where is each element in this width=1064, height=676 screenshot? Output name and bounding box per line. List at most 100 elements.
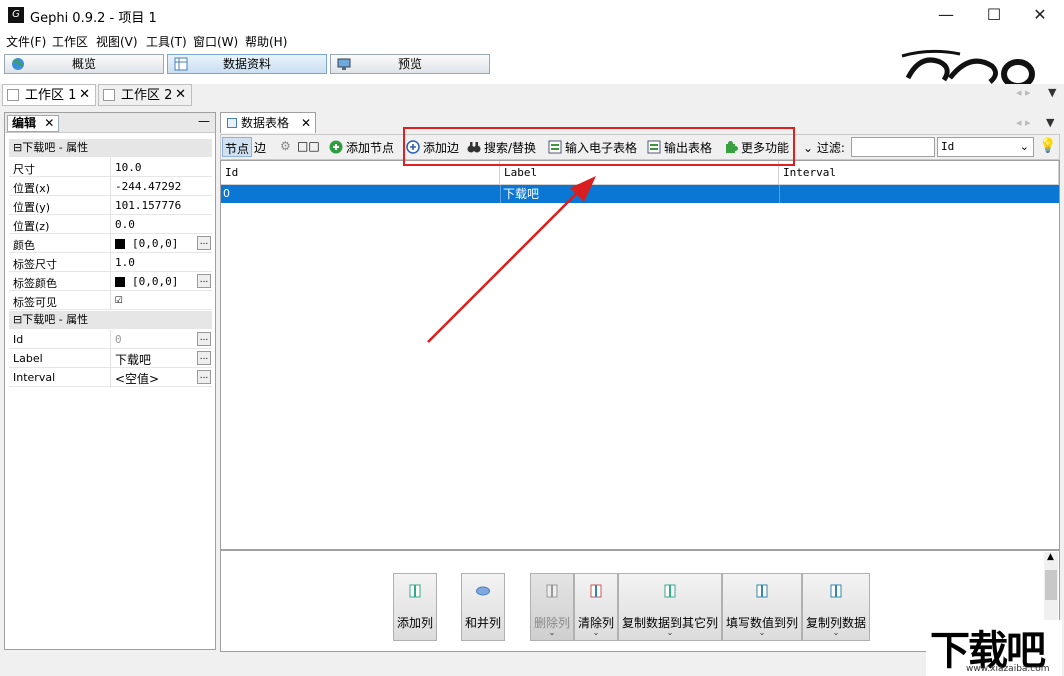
edges-toggle[interactable]: 边 (254, 139, 266, 156)
data-table-tab-label: 数据表格 (241, 116, 290, 130)
tab-scroll-arrows-icon[interactable]: ◂ ▸ (1016, 116, 1031, 129)
property-row[interactable]: 位置(y) 101.157776 (9, 196, 212, 215)
workspace-tab-1[interactable]: 工作区 1 ✕ (2, 84, 96, 106)
edit-panel: 编辑 ✕ — ⊟下载吧 - 属性 尺寸 10.0 位置(x) -244.47292 … (4, 112, 216, 650)
nodes-toggle[interactable]: 节点 (222, 137, 253, 157)
edit-tab-label: 编辑 (12, 116, 37, 130)
property-row[interactable]: 位置(z) 0.0 (9, 215, 212, 234)
chevron-down-icon: ⌄ (1019, 140, 1029, 153)
table-row[interactable]: 0 下载吧 (221, 185, 1059, 203)
property-row[interactable]: Id 0... (9, 330, 212, 349)
gephi-logo-icon: G (8, 7, 24, 23)
column-header-interval[interactable]: Interval (779, 161, 1059, 185)
property-row[interactable]: Interval <空值>... (9, 368, 212, 387)
filter-menu-button[interactable]: ⌄ 过滤: (803, 139, 845, 156)
edit-label-button[interactable]: ... (197, 351, 211, 365)
edit-interval-button[interactable]: ... (197, 370, 211, 384)
property-row[interactable]: 标签颜色 [0,0,0]... (9, 272, 212, 291)
chevron-down-icon: ⌄ (832, 628, 840, 637)
scrollbar-thumb[interactable] (1045, 570, 1057, 600)
annotation-arrow (427, 176, 596, 343)
add-node-button[interactable]: 添加节点 (329, 139, 394, 156)
filter-input[interactable] (851, 137, 935, 157)
table-icon (174, 57, 188, 71)
close-button[interactable]: ✕ (1017, 0, 1063, 30)
property-row[interactable]: 标签可见 ☑ (9, 291, 212, 310)
label-visible-checkbox[interactable]: ☑ (115, 292, 123, 307)
filter-column-select[interactable]: Id ⌄ (937, 137, 1034, 157)
filter-column-value: Id (941, 140, 955, 153)
merge-columns-button[interactable]: 和并列 (461, 573, 505, 641)
color-swatch (115, 239, 125, 249)
column-clear-icon (590, 584, 602, 598)
menu-workspace[interactable]: 工作区 (52, 33, 88, 50)
menu-tools[interactable]: 工具(T) (146, 33, 187, 50)
lightbulb-icon[interactable]: 💡 (1039, 138, 1056, 154)
attributes-section-header[interactable]: ⊟下载吧 - 属性 (9, 311, 212, 329)
minimize-panel-button[interactable]: — (198, 114, 210, 128)
chevron-down-icon: ⌄ (666, 628, 674, 637)
property-row[interactable]: 标签尺寸 1.0 (9, 253, 212, 272)
column-add-icon (409, 584, 421, 598)
tab-list-dropdown-icon[interactable]: ▼ (1048, 86, 1056, 99)
minimize-button[interactable]: — (923, 0, 969, 30)
menu-help[interactable]: 帮助(H) (245, 33, 287, 50)
duplicate-column-button[interactable]: 复制列数据 ⌄ (802, 573, 870, 641)
property-row[interactable]: Label 下载吧... (9, 349, 212, 368)
add-column-button[interactable]: 添加列 (393, 573, 437, 641)
workspace-tab-2[interactable]: 工作区 2 ✕ (98, 84, 192, 106)
close-icon[interactable]: ✕ (175, 85, 186, 105)
workspace-tab-bar: 工作区 1 ✕ 工作区 2 ✕ ◂ ▸ ▼ (0, 84, 1064, 106)
workspace-tab-label: 工作区 2 (121, 88, 173, 103)
close-icon[interactable]: ✕ (301, 113, 311, 133)
watermark: 下载吧 www.xiazaiba.com (926, 620, 1062, 676)
property-row[interactable]: 位置(x) -244.47292 (9, 177, 212, 196)
table-cell[interactable]: 0 (221, 185, 230, 203)
menu-view[interactable]: 视图(V) (96, 33, 138, 50)
data-table-tab[interactable]: 数据表格 ✕ (220, 112, 316, 133)
window-title: Gephi 0.9.2 - 项目 1 (30, 11, 157, 26)
color-swatch (115, 277, 125, 287)
monitor-icon (337, 58, 351, 70)
close-icon[interactable]: ✕ (79, 85, 90, 105)
menu-file[interactable]: 文件(F) (6, 33, 46, 50)
menu-window[interactable]: 窗口(W) (193, 33, 238, 50)
plus-circle-icon (329, 140, 343, 154)
mode-preview-button[interactable]: 预览 (330, 54, 490, 74)
columns-toggle-icon[interactable]: □□ (297, 139, 320, 153)
column-fill-icon (756, 584, 768, 598)
gephi-brand-logo (901, 49, 1035, 84)
scroll-up-icon[interactable]: ▲ (1047, 552, 1054, 562)
edit-panel-header: 编辑 ✕ — (5, 113, 215, 133)
workspace-tab-label: 工作区 1 (25, 88, 77, 103)
chevron-down-icon: ⌄ (758, 628, 766, 637)
add-node-label: 添加节点 (346, 141, 395, 155)
maximize-button[interactable]: ☐ (971, 0, 1017, 30)
settings-icon[interactable]: ⚙ (280, 139, 291, 153)
mode-overview-label: 概览 (71, 57, 96, 71)
property-row[interactable]: 尺寸 10.0 (9, 158, 212, 177)
mode-data-button[interactable]: 数据资料 (167, 54, 327, 74)
copy-data-to-column-button[interactable]: 复制数据到其它列 ⌄ (618, 573, 722, 641)
properties-section-header[interactable]: ⊟下载吧 - 属性 (9, 139, 212, 157)
highlight-box (403, 127, 795, 166)
clear-column-button[interactable]: 清除列 ⌄ (574, 573, 618, 641)
watermark-url: www.xiazaiba.com (966, 664, 1050, 674)
column-duplicate-icon (830, 584, 842, 598)
edit-tab[interactable]: 编辑 ✕ (7, 115, 60, 132)
close-icon[interactable]: ✕ (44, 116, 54, 130)
delete-column-button[interactable]: 删除列 ⌄ (530, 573, 574, 641)
mode-overview-button[interactable]: 概览 (4, 54, 164, 74)
edit-color-button[interactable]: ... (197, 236, 211, 250)
workspace-icon (103, 89, 115, 101)
fill-column-button[interactable]: 填写数值到列 ⌄ (722, 573, 802, 641)
property-row[interactable]: 颜色 [0,0,0]... (9, 234, 212, 253)
edit-id-button[interactable]: ... (197, 332, 211, 346)
table-cell[interactable] (779, 185, 782, 203)
data-table[interactable]: Id Label Interval 0 下载吧 (220, 160, 1060, 550)
tab-scroll-arrows-icon[interactable]: ◂ ▸ (1016, 86, 1031, 99)
edit-label-color-button[interactable]: ... (197, 274, 211, 288)
tab-list-dropdown-icon[interactable]: ▼ (1046, 116, 1054, 129)
mode-data-label: 数据资料 (222, 57, 271, 71)
chevron-down-icon: ⌄ (803, 141, 814, 155)
